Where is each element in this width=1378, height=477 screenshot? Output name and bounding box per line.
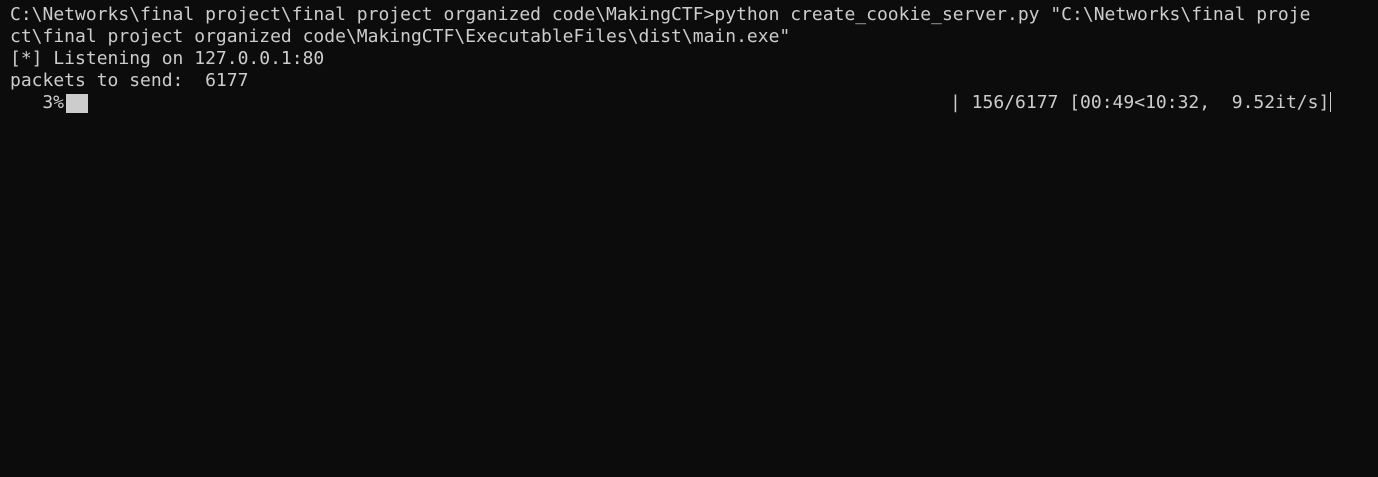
progress-percent: 3% [42,92,64,113]
progress-bar-fill [66,94,88,113]
packets-to-send-line: packets to send: 6177 [10,70,249,91]
command-line-part1: C:\Networks\final project\final project … [10,4,1311,25]
listening-status-line: [*] Listening on 127.0.0.1:80 [10,48,325,69]
progress-bar-track [66,94,948,113]
progress-stats-text: | 156/6177 [00:49<10:32, 9.52it/s] [950,92,1330,113]
progress-bar-line: 3% | | 156/6177 [00:49<10:32, 9.52it/s] [10,92,1378,114]
progress-stats: | 156/6177 [00:49<10:32, 9.52it/s] [950,92,1332,114]
command-line-part2: ct\final project organized code\MakingCT… [10,26,791,47]
terminal-window[interactable]: C:\Networks\final project\final project … [0,0,1378,477]
text-cursor [1330,92,1332,112]
